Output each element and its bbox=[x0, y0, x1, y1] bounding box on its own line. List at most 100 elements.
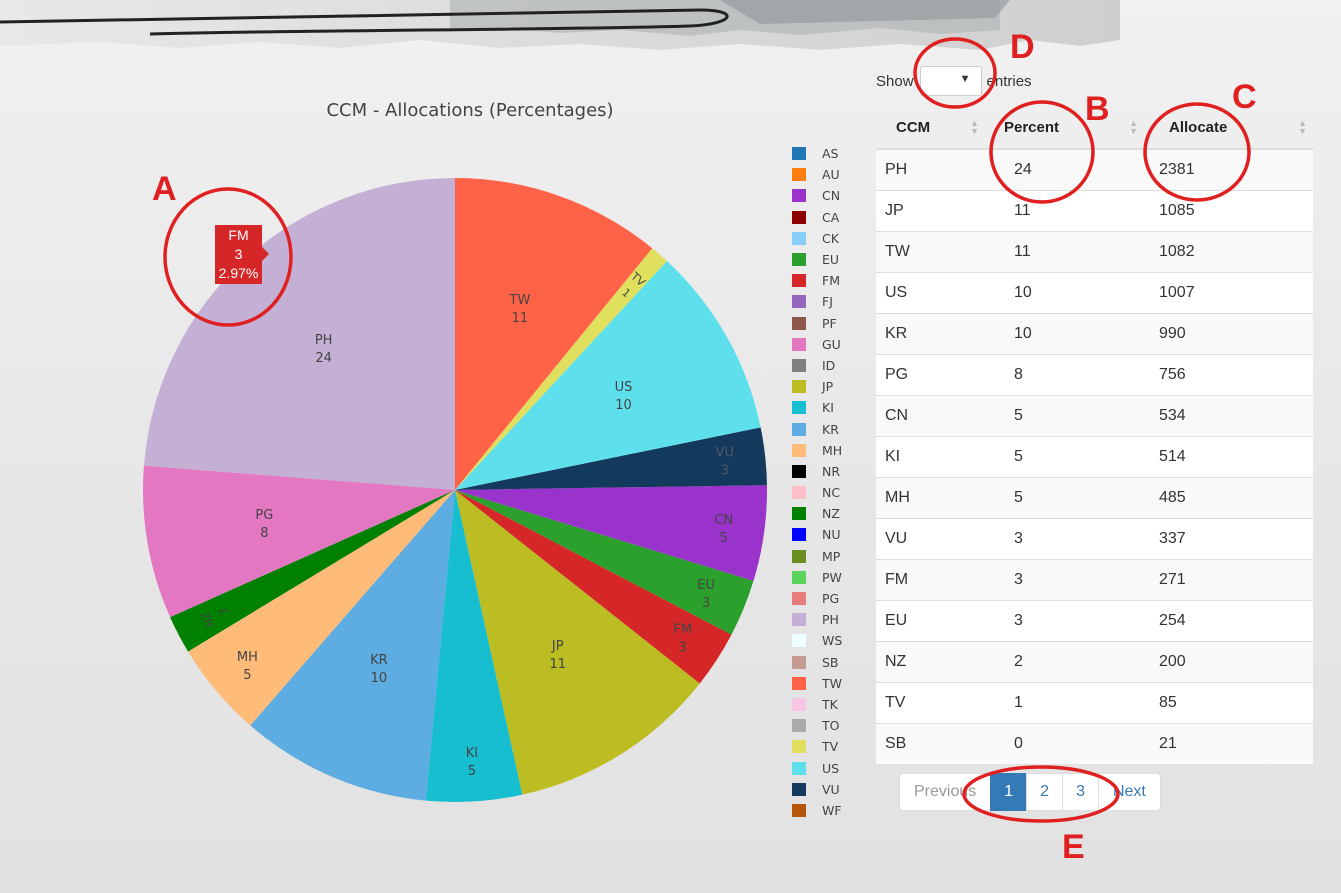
cell-allocate: 271 bbox=[1144, 559, 1313, 601]
pie-slice-value: 11 bbox=[549, 657, 566, 672]
cell-ccm: SB bbox=[876, 723, 985, 764]
legend-swatch bbox=[792, 401, 806, 415]
hover-tooltip-label: FM bbox=[228, 227, 249, 243]
legend-item-au[interactable]: AU bbox=[792, 164, 862, 185]
legend-item-pf[interactable]: PF bbox=[792, 313, 862, 334]
legend-swatch bbox=[792, 634, 806, 648]
cell-allocate: 2381 bbox=[1144, 148, 1313, 191]
pie-slice-value: 3 bbox=[679, 641, 687, 656]
legend-swatch bbox=[792, 443, 806, 457]
legend-item-ph[interactable]: PH bbox=[792, 609, 862, 630]
pagination-page-2[interactable]: 2 bbox=[1026, 773, 1064, 811]
table-row: KI 5 514 bbox=[876, 436, 1313, 478]
pagination-previous-button[interactable]: Previous bbox=[899, 773, 992, 811]
pagination-page-3[interactable]: 3 bbox=[1062, 773, 1099, 811]
cell-percent: 5 bbox=[985, 395, 1144, 437]
pie-slice-label: VU bbox=[716, 446, 734, 461]
pagination-next-button[interactable]: Next bbox=[1097, 773, 1161, 811]
legend-item-id[interactable]: ID bbox=[792, 355, 862, 376]
table-row: TV 1 85 bbox=[876, 682, 1313, 724]
pie-slice-label: CN bbox=[714, 513, 733, 528]
legend-swatch bbox=[792, 231, 806, 245]
pagination-page-1[interactable]: 1 bbox=[990, 773, 1028, 811]
legend-item-wf[interactable]: WF bbox=[792, 800, 862, 821]
cell-ccm: KR bbox=[876, 313, 985, 355]
annotation-label-e: E bbox=[1062, 828, 1085, 866]
legend-item-us[interactable]: US bbox=[792, 757, 862, 778]
legend-item-pw[interactable]: PW bbox=[792, 567, 862, 588]
legend-label: FM bbox=[822, 273, 840, 289]
cell-ccm: CN bbox=[876, 395, 985, 437]
legend-item-jp[interactable]: JP bbox=[792, 376, 862, 397]
legend-label: PW bbox=[822, 569, 842, 585]
legend-item-pg[interactable]: PG bbox=[792, 588, 862, 609]
legend-item-vu[interactable]: VU bbox=[792, 779, 862, 800]
legend-item-ck[interactable]: CK bbox=[792, 228, 862, 249]
column-header-ccm[interactable]: CCM ▲ ▼ bbox=[876, 106, 985, 150]
pie-slice-ph[interactable] bbox=[143, 178, 455, 490]
cell-allocate: 254 bbox=[1144, 600, 1313, 642]
column-header-label: Allocate bbox=[1169, 118, 1228, 136]
legend-item-nc[interactable]: NC bbox=[792, 482, 862, 503]
legend-item-mp[interactable]: MP bbox=[792, 546, 862, 567]
pie-slice-value: 5 bbox=[468, 764, 476, 779]
legend-item-to[interactable]: TO bbox=[792, 715, 862, 736]
legend-swatch bbox=[792, 253, 806, 267]
legend-item-tv[interactable]: TV bbox=[792, 736, 862, 757]
legend-item-nr[interactable]: NR bbox=[792, 461, 862, 482]
column-header-percent[interactable]: Percent ▲ ▼ bbox=[985, 106, 1144, 150]
legend-item-fj[interactable]: FJ bbox=[792, 291, 862, 312]
legend-label: MP bbox=[822, 548, 841, 564]
cell-ccm: US bbox=[876, 272, 985, 314]
legend-swatch bbox=[792, 782, 806, 796]
cell-allocate: 1085 bbox=[1144, 190, 1313, 232]
pie-slice-value: 10 bbox=[615, 398, 632, 413]
cell-percent: 10 bbox=[985, 313, 1144, 355]
legend-item-sb[interactable]: SB bbox=[792, 652, 862, 673]
allocations-table: CCM ▲ ▼ Percent ▲ ▼ Allocate ▲ ▼ PH 24 2381 JP 11 1… bbox=[876, 106, 1313, 764]
legend-label: PF bbox=[822, 315, 837, 331]
legend-label: SB bbox=[822, 654, 839, 670]
legend-swatch bbox=[792, 549, 806, 563]
cell-percent: 11 bbox=[985, 190, 1144, 232]
pie-slice-value: 3 bbox=[721, 464, 729, 479]
sort-icon: ▲ ▼ bbox=[970, 118, 979, 136]
legend-swatch bbox=[792, 761, 806, 775]
cell-allocate: 1007 bbox=[1144, 272, 1313, 314]
legend-item-ws[interactable]: WS bbox=[792, 630, 862, 651]
legend-item-tk[interactable]: TK bbox=[792, 694, 862, 715]
legend-item-as[interactable]: AS bbox=[792, 143, 862, 164]
legend-label: ID bbox=[822, 357, 836, 373]
table-row: KR 10 990 bbox=[876, 313, 1313, 355]
cell-percent: 24 bbox=[985, 148, 1144, 191]
legend-item-tw[interactable]: TW bbox=[792, 673, 862, 694]
table-row: CN 5 534 bbox=[876, 395, 1313, 437]
pie-slice-value: 5 bbox=[243, 668, 251, 683]
legend-swatch bbox=[792, 337, 806, 351]
cell-allocate: 85 bbox=[1144, 682, 1313, 724]
legend-item-kr[interactable]: KR bbox=[792, 418, 862, 439]
legend-label: GU bbox=[822, 336, 841, 352]
legend-item-cn[interactable]: CN bbox=[792, 185, 862, 206]
pie-slice-label: FM bbox=[673, 623, 692, 638]
legend-swatch bbox=[792, 316, 806, 330]
cell-ccm: NZ bbox=[876, 641, 985, 683]
legend-item-fm[interactable]: FM bbox=[792, 270, 862, 291]
legend-item-nu[interactable]: NU bbox=[792, 524, 862, 545]
legend-item-gu[interactable]: GU bbox=[792, 334, 862, 355]
legend-item-mh[interactable]: MH bbox=[792, 440, 862, 461]
cell-percent: 3 bbox=[985, 559, 1144, 601]
column-header-allocate[interactable]: Allocate ▲ ▼ bbox=[1144, 106, 1313, 150]
legend-label: MH bbox=[822, 442, 843, 458]
cell-ccm: JP bbox=[876, 190, 985, 232]
legend-item-ca[interactable]: CA bbox=[792, 207, 862, 228]
legend-item-ki[interactable]: KI bbox=[792, 397, 862, 418]
pie-slice-value: 3 bbox=[702, 596, 710, 611]
pie-slice-label: PG bbox=[255, 508, 273, 523]
legend-item-eu[interactable]: EU bbox=[792, 249, 862, 270]
legend-swatch bbox=[792, 507, 806, 521]
entries-per-page-select[interactable]: ▼ bbox=[919, 66, 982, 96]
legend-item-nz[interactable]: NZ bbox=[792, 503, 862, 524]
legend-label: WF bbox=[822, 802, 842, 818]
chart-legend[interactable]: AS AU CN CA CK EU FM FJ PF GU ID JP KI KR MH NR NC NZ NU MP… bbox=[792, 143, 862, 821]
